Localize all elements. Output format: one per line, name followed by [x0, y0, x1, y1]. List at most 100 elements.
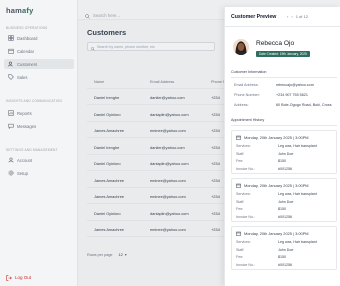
sidebar-item-label: Setup [17, 170, 28, 176]
fee-label: Fee: [236, 207, 244, 211]
sidebar-item-label: Reports [17, 110, 32, 116]
app-logo[interactable]: hamafy [6, 6, 33, 15]
row-divider [87, 219, 227, 221]
table-search-input[interactable]: Search by name, phone number, etc [87, 42, 215, 51]
services-label: Services: [236, 240, 251, 244]
sidebar-item-customers[interactable]: Customers [4, 59, 74, 69]
staff-value: John Doe [278, 199, 294, 204]
row-divider [87, 120, 227, 122]
fee-label: Fee: [236, 255, 244, 259]
customer-name-cell: Daniel Oyinloro [94, 210, 121, 216]
appointment-card[interactable]: Monday, 20th January 2025 | 3:00PM Servic… [231, 130, 337, 174]
rows-per-page: Rows per page 12 ▾ [87, 252, 127, 257]
email-label: Email Address: [234, 83, 259, 87]
customer-name-cell: Daniel Irenghe [94, 95, 120, 100]
staff-value: John Doe [278, 151, 294, 156]
customer-name-cell: Daniel Oyinloro [94, 161, 121, 166]
logout-icon [6, 268, 12, 286]
services-value: Leg wax, Hair transplant [278, 144, 317, 148]
header-divider [87, 88, 227, 89]
sidebar-item-account[interactable]: Account [4, 155, 74, 165]
customer-name-cell: James Amachree [94, 227, 125, 232]
phone-label: Phone Number: [234, 93, 260, 97]
search-icon [91, 38, 95, 56]
gear-icon [7, 170, 14, 177]
sidebar-item-label: Calendar [17, 48, 34, 54]
chevron-down-icon[interactable]: ▾ [125, 252, 127, 257]
column-header-email[interactable]: Email Address [150, 80, 174, 84]
sidebar-item-setup[interactable]: Setup [4, 168, 74, 178]
calendar-icon [7, 48, 14, 55]
global-search-input[interactable]: Search here... [93, 13, 120, 18]
customer-name-cell: Daniel Irenghe [94, 144, 120, 150]
customer-name-cell: Daniel Oyinloro [94, 111, 121, 117]
customer-phone-cell: +234 [211, 210, 220, 216]
customer-email-cell: daniaplin@yahoo.com [150, 111, 189, 117]
user-icon [7, 157, 14, 164]
column-header-name[interactable]: Name [94, 80, 104, 84]
sidebar-item-label: Customers [17, 61, 38, 67]
grid-icon [7, 35, 14, 42]
fee-value: $150 [278, 255, 286, 259]
sidebar-item-label: Account [17, 157, 33, 163]
page-title: Customers [87, 28, 127, 37]
calendar-icon [236, 231, 241, 236]
tag-icon [7, 74, 14, 81]
fee-value: $150 [278, 159, 286, 163]
table-search-placeholder: Search by name, phone number, etc [97, 44, 155, 49]
sidebar: hamafy BUSINESS OPERATIONS Dashboard Cal… [0, 0, 78, 286]
row-divider [87, 153, 227, 155]
appointment-date: Monday, 20th January 2025 | 3:00PM [236, 231, 309, 236]
phone-value: +234 907 755 5621 [276, 93, 308, 97]
customer-name: Rebecca Ojo [256, 40, 295, 47]
services-label: Services: [236, 192, 251, 196]
chevron-left-icon[interactable]: ‹ [287, 14, 288, 19]
staff-label: Staff: [236, 247, 245, 252]
calendar-icon [236, 183, 241, 188]
services-value: Leg wax, Hair transplant [278, 192, 317, 196]
email-value: rebeccajo@yahoo.com [276, 83, 314, 87]
sidebar-item-label: Messages [17, 123, 37, 129]
customer-phone-cell: +234 [211, 111, 220, 117]
appointment-card[interactable]: Monday, 20th January 2025 | 3:00PM Servic… [231, 178, 337, 222]
customer-phone-cell: +234 [211, 144, 220, 150]
sidebar-item-messages[interactable]: Messages [4, 121, 74, 131]
appointment-date-text: Monday, 20th January 2025 | 3:00PM [244, 231, 309, 236]
invoice-value: #001256 [278, 214, 292, 219]
staff-label: Staff: [236, 151, 245, 156]
invoice-value: #001256 [278, 166, 292, 171]
pager-count: 1 of 12 [295, 14, 308, 19]
appointment-card[interactable]: Monday, 20th January 2025 | 3:00PM Servic… [231, 226, 337, 270]
invoice-value: #001256 [278, 262, 292, 267]
panel-title: Customer Preview [231, 14, 277, 20]
customer-preview-panel: Customer Preview ‹ › 1 of 12 Rebecca Ojo… [224, 7, 340, 286]
logout-button[interactable]: Log Out [6, 268, 31, 286]
customer-email-cell: eminee@yahoo.com [150, 194, 186, 199]
customer-name-cell: James Amachree [94, 128, 125, 133]
fee-value: $150 [278, 207, 286, 211]
services-value: Leg wax, Hair transplant [278, 240, 317, 244]
rows-per-page-select[interactable]: 12 [119, 253, 123, 257]
sidebar-section-business: BUSINESS OPERATIONS [6, 26, 48, 30]
sidebar-item-dashboard[interactable]: Dashboard [4, 33, 74, 43]
customer-phone-cell: +234 [211, 177, 220, 183]
sidebar-item-reports[interactable]: Reports [4, 108, 74, 118]
sidebar-item-sales[interactable]: Sales [4, 72, 74, 82]
chevron-right-icon[interactable]: › [291, 14, 292, 19]
customer-phone-cell: +234 [211, 194, 220, 199]
customer-name-cell: James Amachree [94, 194, 125, 199]
customer-info-title: Customer Information [231, 70, 267, 74]
staff-label: Staff: [236, 199, 245, 204]
customer-phone-cell: +234 [211, 161, 220, 166]
services-label: Services: [236, 144, 251, 148]
sidebar-section-settings: SETTINGS AND MANAGEMENT [6, 148, 58, 152]
appointment-date-text: Monday, 20th January 2025 | 3:00PM [244, 183, 309, 188]
customer-phone-cell: +234 [211, 95, 220, 100]
customer-name-cell: James Amachree [94, 177, 125, 183]
rows-per-page-label: Rows per page [87, 252, 113, 257]
sidebar-item-calendar[interactable]: Calendar [4, 46, 74, 56]
customer-phone-cell: +234 [211, 128, 220, 133]
row-divider [87, 137, 227, 138]
sidebar-item-label: Sales [17, 74, 28, 80]
customer-email-cell: eminee@yahoo.com [150, 128, 186, 133]
